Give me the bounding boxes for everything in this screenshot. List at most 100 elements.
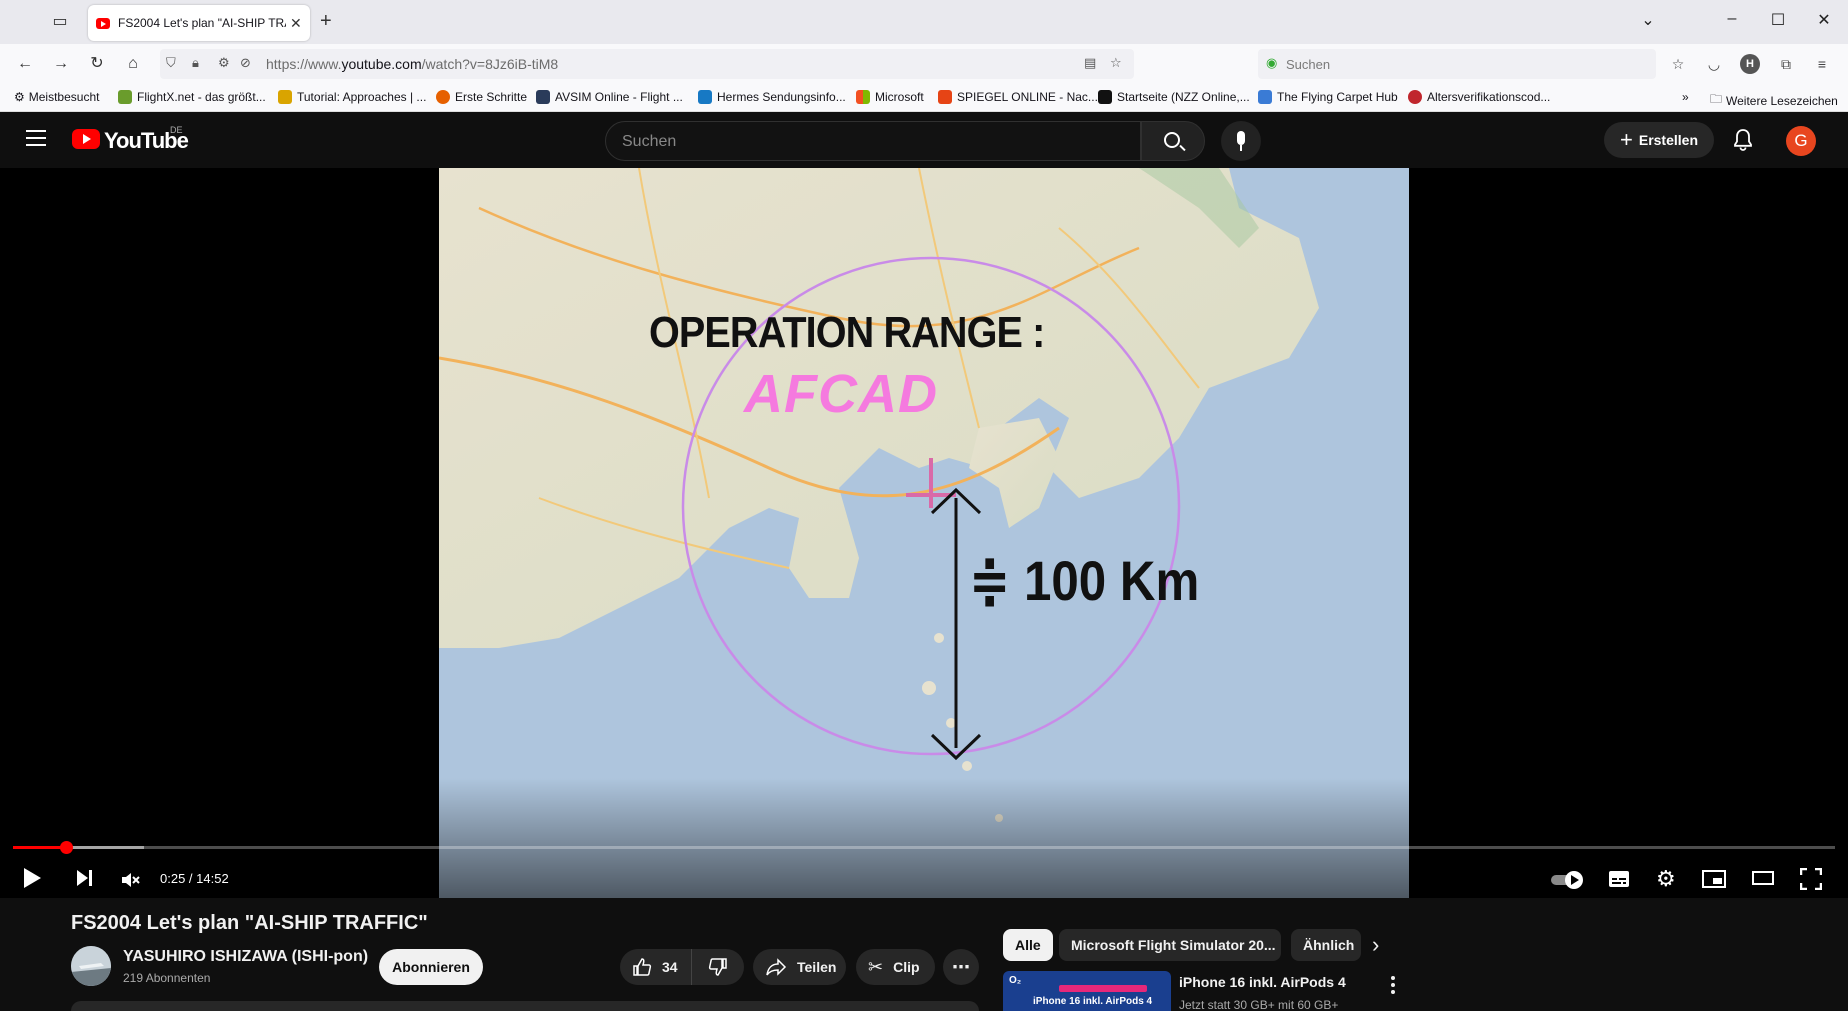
theater-mode-icon[interactable] [1752, 871, 1774, 907]
chip-similar[interactable]: Ähnlich [1291, 929, 1361, 961]
browser-profile-avatar[interactable]: H [1740, 54, 1760, 74]
recommendation-title[interactable]: iPhone 16 inkl. AirPods 4 [1179, 974, 1346, 990]
notifications-bell-icon[interactable] [1733, 129, 1753, 151]
home-icon[interactable]: ⌂ [122, 53, 144, 75]
next-video-icon[interactable] [74, 868, 94, 904]
shield-icon[interactable]: ⛉ [166, 55, 176, 71]
back-icon[interactable]: ← [14, 53, 36, 75]
browser-nav-bar: ← → ↻ ⌂ ⛉ 🔒︎ ⚙ ⊘ https://www.youtube.com… [0, 44, 1848, 84]
user-avatar[interactable]: G [1786, 126, 1816, 156]
play-icon[interactable] [24, 868, 41, 888]
description-box[interactable] [71, 1001, 979, 1011]
avsim-icon [536, 90, 550, 104]
spiegel-icon [938, 90, 952, 104]
tab-overflow-chevron-icon[interactable]: ⌄ [1638, 10, 1658, 30]
bookmark-item[interactable]: Hermes Sendungsinfo... [698, 90, 846, 104]
bookmark-item[interactable]: Tutorial: Approaches | ... [278, 90, 426, 104]
bookmark-item[interactable]: Startseite (NZZ Online,... [1098, 90, 1250, 104]
thumbnail-caption: iPhone 16 inkl. AirPods 4 [1033, 996, 1153, 1007]
bookmark-label: FlightX.net - das größt... [137, 90, 266, 104]
settings-gear-icon[interactable]: ⚙ [1656, 868, 1676, 904]
youtube-logo-icon[interactable] [72, 129, 100, 149]
chips-next-chevron-icon[interactable]: › [1372, 932, 1379, 958]
time-display: 0:25 / 14:52 [160, 871, 229, 886]
youtube-page: YouTube DE Suchen + Erstellen G OPERATIO… [0, 112, 1848, 1012]
video-player[interactable]: OPERATION RANGE : AFCAD ≑ 100 Km 0:25 / … [0, 168, 1848, 898]
channel-name[interactable]: YASUHIRO ISHIZAWA (ISHI-pon) [123, 948, 368, 966]
tab-list-icon[interactable]: ▭ [48, 12, 72, 32]
bookmark-item[interactable]: AVSIM Online - Flight ... [536, 90, 683, 104]
share-button[interactable]: Teilen [753, 949, 846, 985]
browser-search-bar[interactable]: ◉ Suchen [1258, 49, 1656, 79]
bookmarks-bar: ⚙ Meistbesucht FlightX.net - das größt...… [0, 84, 1848, 112]
bookmark-label: Startseite (NZZ Online,... [1117, 90, 1250, 104]
autoplay-toggle[interactable] [1550, 870, 1586, 906]
new-tab-icon[interactable]: + [320, 10, 332, 33]
bookmark-star-icon[interactable]: ☆ [1110, 55, 1122, 71]
more-actions-button[interactable]: ⋯ [943, 949, 979, 985]
forward-icon[interactable]: → [50, 53, 72, 75]
other-bookmarks[interactable]: 🗀 Weitere Lesezeichen [1710, 90, 1838, 111]
recommendation-thumbnail[interactable]: O₂ iPhone 16 inkl. AirPods 4 [1003, 971, 1171, 1011]
url-text[interactable]: https://www.youtube.com/watch?v=8Jz6iB-t… [266, 56, 558, 72]
more-vertical-icon[interactable] [1390, 976, 1396, 996]
hamburger-menu-icon[interactable] [26, 130, 46, 146]
bookmark-item[interactable]: The Flying Carpet Hub [1258, 90, 1398, 104]
youtube-search-input[interactable]: Suchen [605, 121, 1141, 161]
bookmarks-overflow-icon[interactable]: » [1682, 90, 1689, 104]
subscribe-button[interactable]: Abonnieren [379, 949, 483, 985]
url-path: /watch?v=8Jz6iB-tiM8 [421, 56, 559, 72]
tutorial-icon [278, 90, 292, 104]
scrubber-handle[interactable] [59, 841, 73, 854]
volume-muted-icon[interactable] [120, 870, 140, 906]
bookmark-item[interactable]: FlightX.net - das größt... [118, 90, 266, 104]
browser-tab-active[interactable]: FS2004 Let's plan "AI-SHIP TRAFFIC" ✕ [88, 5, 310, 41]
extensions-icon[interactable]: ⧉ [1776, 54, 1796, 74]
permissions-icon[interactable]: ⚙ [218, 55, 230, 71]
overlay-afcad: AFCAD [744, 364, 938, 424]
minimize-icon[interactable]: – [1722, 10, 1742, 28]
tab-title: FS2004 Let's plan "AI-SHIP TRAFFIC" [118, 16, 286, 30]
scissors-icon: ✂ [868, 956, 884, 977]
dislike-button[interactable] [692, 949, 744, 985]
maximize-icon[interactable]: ☐ [1768, 10, 1788, 30]
bookmark-label: Meistbesucht [28, 90, 100, 104]
search-engine-icon: ◉ [1266, 55, 1278, 70]
url-prefix: https://www. [266, 56, 342, 72]
browser-search-placeholder: Suchen [1286, 57, 1331, 72]
hermes-icon [698, 90, 712, 104]
voice-search-mic-icon[interactable] [1221, 121, 1261, 161]
bookmark-item[interactable]: Microsoft [856, 90, 924, 104]
fullscreen-icon[interactable] [1799, 867, 1823, 904]
subscriber-count: 219 Abonnenten [123, 971, 211, 985]
subtitles-icon[interactable] [1608, 870, 1630, 906]
like-button[interactable]: 34 [620, 949, 692, 985]
url-bar[interactable]: ⛉ 🔒︎ ⚙ ⊘ https://www.youtube.com/watch?v… [160, 49, 1134, 79]
channel-avatar[interactable] [71, 946, 111, 986]
bookmarks-list-icon[interactable]: ☆ [1668, 54, 1688, 74]
reader-view-icon[interactable]: ▤ [1084, 55, 1096, 71]
clip-button[interactable]: ✂ Clip [856, 949, 935, 985]
pocket-icon[interactable]: ◡ [1704, 54, 1724, 74]
app-menu-icon[interactable]: ≡ [1812, 54, 1832, 74]
bookmark-item[interactable]: Erste Schritte [436, 90, 527, 104]
close-window-icon[interactable]: ✕ [1814, 10, 1834, 30]
bookmark-item[interactable]: Altersverifikationscod... [1408, 90, 1550, 104]
recommendation-subtitle: Jetzt statt 30 GB+ mit 60 GB+ [1179, 998, 1339, 1012]
miniplayer-icon[interactable] [1702, 870, 1726, 906]
bookmark-label: AVSIM Online - Flight ... [555, 90, 683, 104]
chip-flight-simulator[interactable]: Microsoft Flight Simulator 20... [1059, 929, 1281, 961]
progress-bar[interactable] [13, 841, 1835, 854]
tracking-blocked-icon[interactable]: ⊘ [240, 55, 251, 71]
lock-icon[interactable]: 🔒︎ [192, 55, 199, 71]
chip-all[interactable]: Alle [1003, 929, 1053, 961]
bookmark-item[interactable]: SPIEGEL ONLINE - Nac... [938, 90, 1098, 104]
bookmark-item[interactable]: ⚙ Meistbesucht [14, 90, 99, 104]
like-count: 34 [662, 959, 678, 975]
close-tab-icon[interactable]: ✕ [290, 15, 302, 32]
reload-icon[interactable]: ↻ [86, 53, 108, 75]
create-button[interactable]: + Erstellen [1604, 122, 1714, 158]
youtube-search-button[interactable] [1141, 121, 1205, 161]
youtube-header: YouTube DE Suchen + Erstellen G [0, 112, 1848, 168]
o2-logo-icon: O₂ [1009, 975, 1022, 986]
